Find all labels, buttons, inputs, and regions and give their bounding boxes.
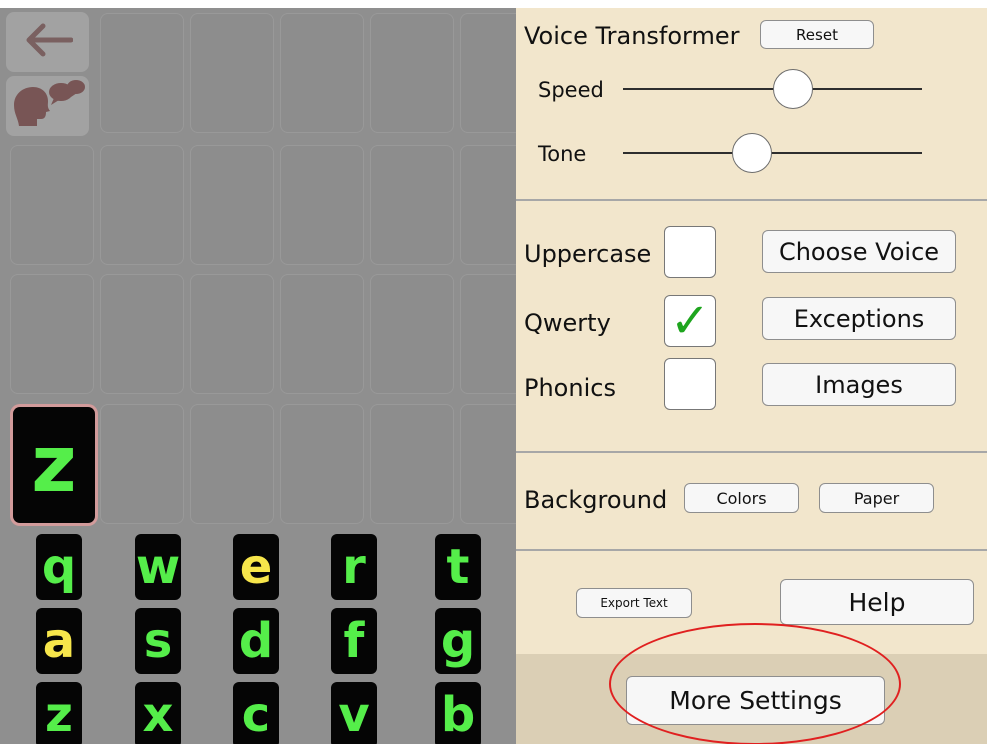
help-button[interactable]: Help — [780, 579, 974, 625]
grid-cell[interactable] — [100, 404, 184, 524]
section-divider — [516, 199, 987, 201]
grid-cell[interactable] — [190, 404, 274, 524]
choose-voice-button[interactable]: Choose Voice — [762, 230, 956, 273]
uppercase-checkbox[interactable]: ✓ — [664, 226, 716, 278]
back-button[interactable] — [6, 12, 89, 72]
exceptions-button[interactable]: Exceptions — [762, 297, 956, 340]
settings-panel: Voice Transformer Reset Speed Tone Upper… — [516, 8, 987, 744]
speed-label: Speed — [538, 78, 604, 102]
key-x[interactable]: x — [135, 682, 181, 744]
grid-cell[interactable] — [370, 404, 454, 524]
grid-cell[interactable] — [370, 274, 454, 394]
grid-cell[interactable] — [190, 13, 274, 133]
key-a[interactable]: a — [36, 608, 82, 674]
phonics-checkbox[interactable]: ✓ — [664, 358, 716, 410]
grid-cell[interactable] — [460, 13, 516, 133]
voice-transformer-title: Voice Transformer — [524, 22, 740, 50]
key-w[interactable]: w — [135, 534, 181, 600]
letter-grid-area: z qwertasdfgzxcvb — [0, 8, 516, 744]
speaking-head-icon — [9, 78, 87, 134]
check-icon: ✓ — [669, 293, 711, 349]
tone-slider-track — [623, 152, 922, 154]
selected-letter: z — [13, 407, 95, 523]
key-g[interactable]: g — [435, 608, 481, 674]
key-q[interactable]: q — [36, 534, 82, 600]
grid-cell[interactable] — [10, 145, 94, 265]
qwerty-label: Qwerty — [524, 309, 611, 337]
section-divider — [516, 549, 987, 551]
key-e[interactable]: e — [233, 534, 279, 600]
grid-cell[interactable] — [100, 274, 184, 394]
colors-button[interactable]: Colors — [684, 483, 799, 513]
grid-cell[interactable] — [190, 274, 274, 394]
grid-cell[interactable] — [460, 274, 516, 394]
key-z[interactable]: z — [36, 682, 82, 744]
export-text-button[interactable]: Export Text — [576, 588, 692, 618]
left-arrow-icon — [23, 23, 73, 61]
grid-cell[interactable] — [370, 145, 454, 265]
grid-cell[interactable] — [460, 404, 516, 524]
key-t[interactable]: t — [435, 534, 481, 600]
key-f[interactable]: f — [331, 608, 377, 674]
speak-button[interactable] — [6, 76, 89, 136]
grid-cell[interactable] — [280, 145, 364, 265]
key-s[interactable]: s — [135, 608, 181, 674]
speed-slider-thumb[interactable] — [773, 69, 814, 109]
images-button[interactable]: Images — [762, 363, 956, 406]
grid-cell[interactable] — [280, 404, 364, 524]
grid-cell[interactable] — [460, 145, 516, 265]
key-v[interactable]: v — [331, 682, 377, 744]
key-d[interactable]: d — [233, 608, 279, 674]
grid-cell[interactable] — [370, 13, 454, 133]
grid-cell[interactable] — [280, 274, 364, 394]
section-divider — [516, 451, 987, 453]
highlight-annotation — [609, 623, 901, 744]
paper-button[interactable]: Paper — [819, 483, 934, 513]
app-screen: z qwertasdfgzxcvb Voice Transformer Rese… — [0, 8, 987, 744]
phonics-label: Phonics — [524, 374, 616, 402]
tone-label: Tone — [538, 142, 587, 166]
tone-slider-thumb[interactable] — [731, 133, 772, 173]
selected-letter-tile[interactable]: z — [10, 404, 98, 526]
qwerty-checkbox[interactable]: ✓ — [664, 295, 716, 347]
reset-button[interactable]: Reset — [760, 20, 874, 49]
grid-cell[interactable] — [190, 145, 274, 265]
grid-cell[interactable] — [280, 13, 364, 133]
uppercase-label: Uppercase — [524, 240, 652, 268]
key-c[interactable]: c — [233, 682, 279, 744]
key-b[interactable]: b — [435, 682, 481, 744]
grid-cell[interactable] — [100, 13, 184, 133]
background-label: Background — [524, 486, 668, 514]
key-r[interactable]: r — [331, 534, 377, 600]
grid-cell[interactable] — [10, 274, 94, 394]
grid-cell[interactable] — [100, 145, 184, 265]
